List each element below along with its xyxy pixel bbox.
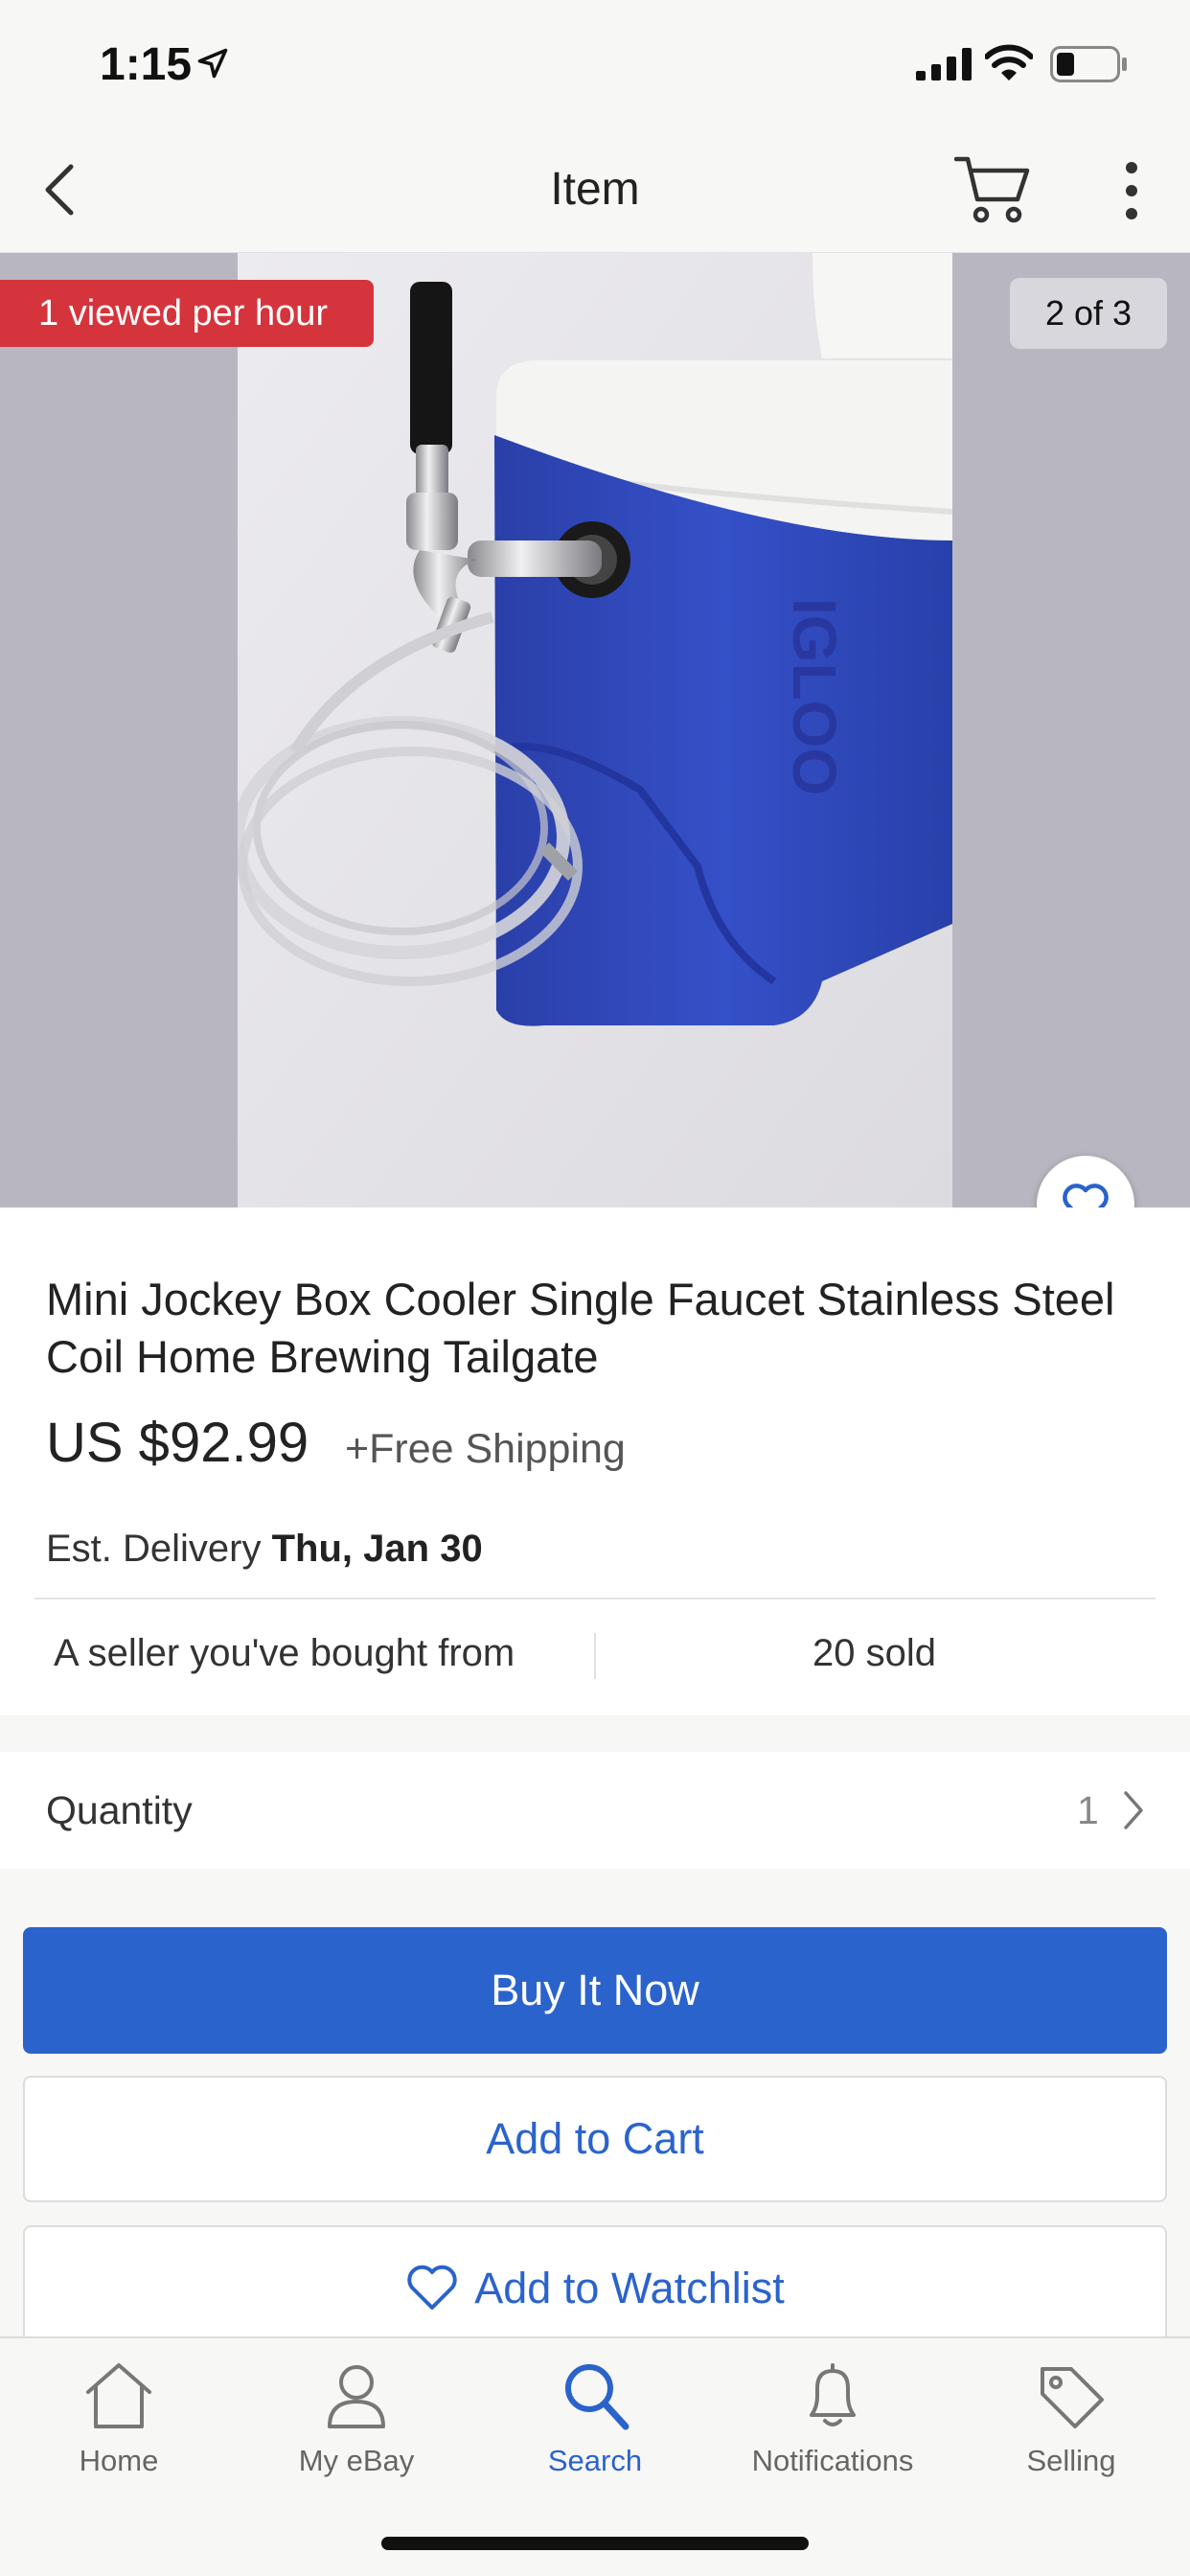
tab-home[interactable]: Home (0, 2358, 238, 2492)
chevron-right-icon (1124, 1791, 1143, 1829)
more-vertical-icon[interactable] (1117, 161, 1146, 220)
home-icon (86, 2363, 151, 2428)
user-icon (328, 2365, 385, 2428)
image-gallery[interactable]: IGLOO 1 viewed per hour 2 of 3 (0, 253, 1190, 1208)
add-to-watchlist-label: Add to Watchlist (474, 2264, 785, 2312)
item-price: US $92.99 (46, 1412, 309, 1474)
bell-icon (810, 2363, 856, 2426)
quantity-value: 1 (1077, 1788, 1099, 1832)
viewed-per-hour-badge: 1 viewed per hour (0, 280, 375, 347)
cooler-brand-text: IGLOO (780, 598, 849, 795)
tab-label: Home (79, 2444, 159, 2477)
tab-label: My eBay (298, 2444, 415, 2477)
sold-count: 20 sold (812, 1632, 936, 1674)
tab-my-ebay[interactable]: My eBay (238, 2358, 475, 2492)
image-page-indicator: 2 of 3 (1010, 278, 1167, 349)
quantity-label: Quantity (46, 1788, 193, 1832)
cart-icon[interactable] (954, 153, 1031, 226)
divider (34, 1598, 1156, 1599)
status-time: 1:15 (100, 39, 193, 90)
home-indicator[interactable] (381, 2537, 809, 2550)
tab-search[interactable]: Search (476, 2358, 714, 2492)
status-bar: 1:15 (0, 0, 1190, 126)
seller-note: A seller you've bought from (54, 1632, 515, 1674)
tab-notifications[interactable]: Notifications (714, 2358, 951, 2492)
tag-icon (1041, 2367, 1104, 2428)
estimated-delivery: Est. Delivery Thu, Jan 30 (46, 1528, 483, 1571)
buy-it-now-button[interactable]: Buy It Now (23, 1927, 1167, 2054)
tab-label: Search (547, 2444, 643, 2477)
item-title: Mini Jockey Box Cooler Single Faucet Sta… (46, 1274, 1115, 1382)
delivery-date: Thu, Jan 30 (271, 1528, 483, 1570)
quantity-selector[interactable]: Quantity 1 (0, 1752, 1190, 1869)
item-info: Mini Jockey Box Cooler Single Faucet Sta… (0, 1208, 1190, 1715)
search-icon (565, 2364, 629, 2430)
add-to-watchlist-button[interactable]: Add to Watchlist (23, 2225, 1167, 2352)
location-arrow-icon (197, 48, 228, 79)
nav-bar: Item (0, 126, 1190, 253)
wifi-icon (985, 44, 1033, 80)
divider-vertical (594, 1633, 596, 1679)
cellular-signal-icon (916, 48, 972, 80)
heart-icon (407, 2265, 457, 2311)
delivery-label: Est. Delivery (46, 1528, 262, 1570)
tab-selling[interactable]: Selling (952, 2358, 1190, 2492)
tab-label: Notifications (751, 2444, 914, 2477)
tab-label: Selling (1026, 2444, 1116, 2477)
battery-icon (1050, 46, 1127, 82)
product-photo[interactable]: IGLOO (238, 253, 952, 1208)
add-to-cart-button[interactable]: Add to Cart (23, 2076, 1167, 2202)
shipping-info: +Free Shipping (345, 1426, 626, 1472)
